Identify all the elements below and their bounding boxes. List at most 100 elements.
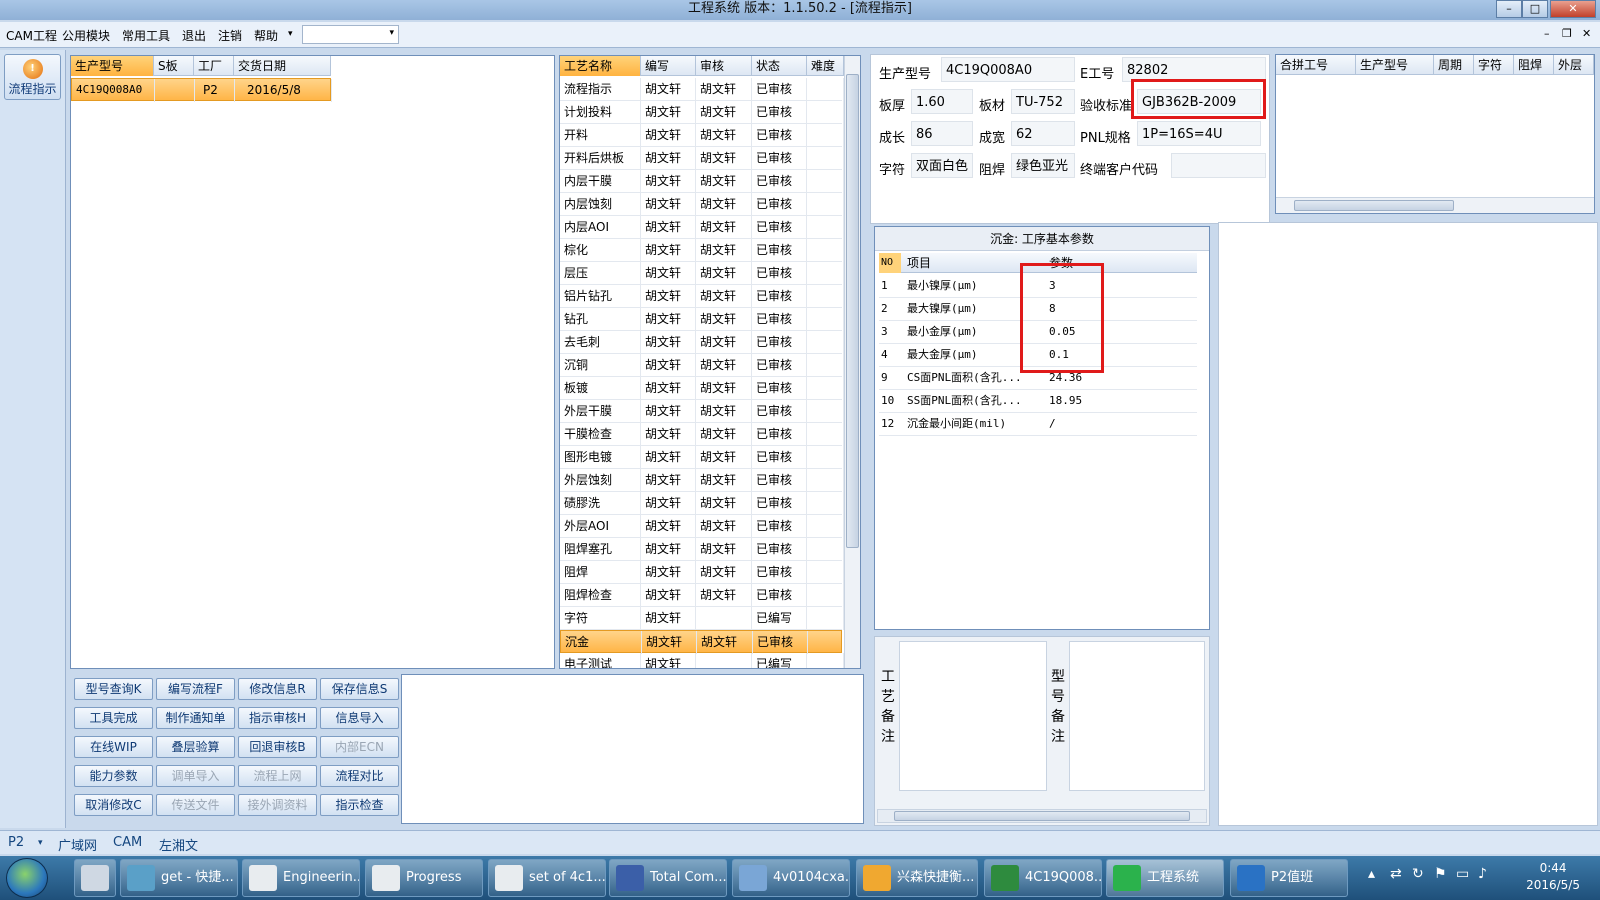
table-row[interactable]: 钻孔 胡文轩 胡文轩 已审核	[560, 308, 844, 331]
table-row[interactable]: 4C19Q008A0 P2 2016/5/8	[71, 78, 332, 102]
table-row[interactable]: 层压 胡文轩 胡文轩 已审核	[560, 262, 844, 285]
table-row[interactable]: 沉金 胡文轩 胡文轩 已审核	[560, 630, 845, 654]
taskbar-item[interactable]: get - 快捷...	[120, 859, 238, 897]
table-row[interactable]: 内层干膜 胡文轩 胡文轩 已审核	[560, 170, 844, 193]
action-button[interactable]: 指示审核H	[238, 707, 317, 729]
col-cycle[interactable]: 周期	[1434, 55, 1474, 75]
table-row[interactable]: 阻焊检查 胡文轩 胡文轩 已审核	[560, 584, 844, 607]
col-factory[interactable]: 工厂	[194, 56, 234, 76]
table-row[interactable]: 外层AOI 胡文轩 胡文轩 已审核	[560, 515, 844, 538]
action-button[interactable]: 内部ECN	[320, 736, 399, 758]
table-row[interactable]: 阻焊塞孔 胡文轩 胡文轩 已审核	[560, 538, 844, 561]
action-button[interactable]: 制作通知单	[156, 707, 235, 729]
chevron-down-icon[interactable]: ▾	[38, 838, 43, 848]
notes-hscrollbar[interactable]	[877, 809, 1207, 823]
taskbar-item[interactable]: 4C19Q008...	[984, 859, 1102, 897]
table-row[interactable]: 铝片钻孔 胡文轩 胡文轩 已审核	[560, 285, 844, 308]
table-row[interactable]: 内层AOI 胡文轩 胡文轩 已审核	[560, 216, 844, 239]
menu-exit[interactable]: 退出	[182, 27, 206, 44]
maximize-button[interactable]: □	[1522, 0, 1548, 18]
taskbar-item[interactable]: Engineerin...	[242, 859, 360, 897]
chevron-down-icon[interactable]: ▾	[288, 29, 293, 39]
flow-instruction-button[interactable]: ! 流程指示	[4, 54, 61, 100]
merge-hscrollbar[interactable]	[1276, 197, 1594, 213]
table-row[interactable]: 碛膠洗 胡文轩 胡文轩 已审核	[560, 492, 844, 515]
taskbar-item[interactable]: P2值班	[1230, 859, 1348, 897]
menu-combo[interactable]: ▾	[302, 25, 399, 44]
table-row[interactable]: 内层蚀刻 胡文轩 胡文轩 已审核	[560, 193, 844, 216]
notes-scroll-thumb[interactable]	[894, 811, 1190, 821]
action-button[interactable]: 型号查询K	[74, 678, 153, 700]
menu-logout[interactable]: 注销	[218, 27, 242, 44]
table-row[interactable]: 图形电镀 胡文轩 胡文轩 已审核	[560, 446, 844, 469]
table-row[interactable]: 电子测试 胡文轩 已编写	[560, 653, 844, 668]
site-select[interactable]: P2	[8, 835, 24, 850]
col-merge-no[interactable]: 合拼工号	[1276, 55, 1356, 75]
action-button[interactable]: 编写流程F	[156, 678, 235, 700]
network-icon[interactable]: ⇄	[1390, 866, 1402, 882]
start-button[interactable]	[6, 858, 48, 898]
table-row[interactable]: 外层干膜 胡文轩 胡文轩 已审核	[560, 400, 844, 423]
action-button[interactable]: 流程上网	[238, 765, 317, 787]
table-row[interactable]: 干膜检查 胡文轩 胡文轩 已审核	[560, 423, 844, 446]
mdi-minimize-button[interactable]: –	[1544, 27, 1550, 40]
minimize-button[interactable]: –	[1496, 0, 1522, 18]
table-row[interactable]: 字符 胡文轩 已编写	[560, 607, 844, 630]
action-button[interactable]: 在线WIP	[74, 736, 153, 758]
action-button[interactable]: 调单导入	[156, 765, 235, 787]
close-button[interactable]: ✕	[1550, 0, 1596, 18]
model-notes-textarea[interactable]	[1069, 641, 1205, 791]
table-row[interactable]: 10 SS面PNL面积(含孔... 18.95	[879, 390, 1197, 413]
action-button[interactable]: 保存信息S	[320, 678, 399, 700]
action-button[interactable]: 流程对比	[320, 765, 399, 787]
taskbar-item[interactable]: set of 4c1...	[488, 859, 606, 897]
table-row[interactable]: 去毛刺 胡文轩 胡文轩 已审核	[560, 331, 844, 354]
taskbar-item[interactable]: 4v0104cxa...	[732, 859, 850, 897]
action-button[interactable]: 取消修改C	[74, 794, 153, 816]
col-s-board[interactable]: S板	[154, 56, 194, 76]
process-scroll-thumb[interactable]	[846, 74, 859, 548]
taskbar-item[interactable]: 工程系统	[1106, 859, 1224, 897]
mdi-close-button[interactable]: ✕	[1582, 27, 1591, 40]
action-button[interactable]: 回退审核B	[238, 736, 317, 758]
table-row[interactable]: 棕化 胡文轩 胡文轩 已审核	[560, 239, 844, 262]
taskbar-item[interactable]: Progress	[365, 859, 483, 897]
col-status[interactable]: 状态	[752, 56, 807, 76]
taskbar-item[interactable]	[74, 859, 116, 897]
chevron-up-icon[interactable]: ▴	[1368, 866, 1375, 882]
action-button[interactable]: 信息导入	[320, 707, 399, 729]
action-button[interactable]: 能力参数	[74, 765, 153, 787]
menu-help[interactable]: 帮助	[254, 27, 278, 44]
process-notes-textarea[interactable]	[899, 641, 1047, 791]
table-row[interactable]: 开料 胡文轩 胡文轩 已审核	[560, 124, 844, 147]
menu-tools[interactable]: 常用工具	[122, 27, 170, 44]
col-delivery-date[interactable]: 交货日期	[234, 56, 331, 76]
volume-icon[interactable]: ♪	[1478, 866, 1487, 882]
table-row[interactable]: 外层蚀刻 胡文轩 胡文轩 已审核	[560, 469, 844, 492]
action-button[interactable]: 修改信息R	[238, 678, 317, 700]
table-row[interactable]: 阻焊 胡文轩 胡文轩 已审核	[560, 561, 844, 584]
col-process-name[interactable]: 工艺名称	[560, 56, 641, 76]
taskbar-item[interactable]: 兴森快捷衡...	[856, 859, 978, 897]
action-button[interactable]: 叠层验算	[156, 736, 235, 758]
col-outer[interactable]: 外层	[1554, 55, 1594, 75]
col-mask[interactable]: 阻焊	[1514, 55, 1554, 75]
menu-cam[interactable]: CAM工程	[6, 27, 57, 44]
table-row[interactable]: 板镀 胡文轩 胡文轩 已审核	[560, 377, 844, 400]
process-scrollbar[interactable]	[844, 56, 860, 668]
table-row[interactable]: 沉铜 胡文轩 胡文轩 已审核	[560, 354, 844, 377]
table-row[interactable]: 计划投料 胡文轩 胡文轩 已审核	[560, 101, 844, 124]
mdi-restore-button[interactable]: ❐	[1562, 27, 1572, 40]
sync-icon[interactable]: ↻	[1412, 866, 1424, 882]
monitor-icon[interactable]: ▭	[1456, 866, 1469, 882]
col-reviewer[interactable]: 审核	[696, 56, 752, 76]
action-button[interactable]: 接外调资料	[238, 794, 317, 816]
col-author[interactable]: 编写	[641, 56, 696, 76]
col-model[interactable]: 生产型号	[71, 56, 154, 76]
merge-scroll-thumb[interactable]	[1294, 200, 1454, 211]
clock[interactable]: 0:44 2016/5/5	[1526, 860, 1580, 894]
col-difficulty[interactable]: 难度	[807, 56, 844, 76]
table-row[interactable]: 开料后烘板 胡文轩 胡文轩 已审核	[560, 147, 844, 170]
action-button[interactable]: 工具完成	[74, 707, 153, 729]
menu-common-modules[interactable]: 公用模块	[62, 27, 110, 44]
